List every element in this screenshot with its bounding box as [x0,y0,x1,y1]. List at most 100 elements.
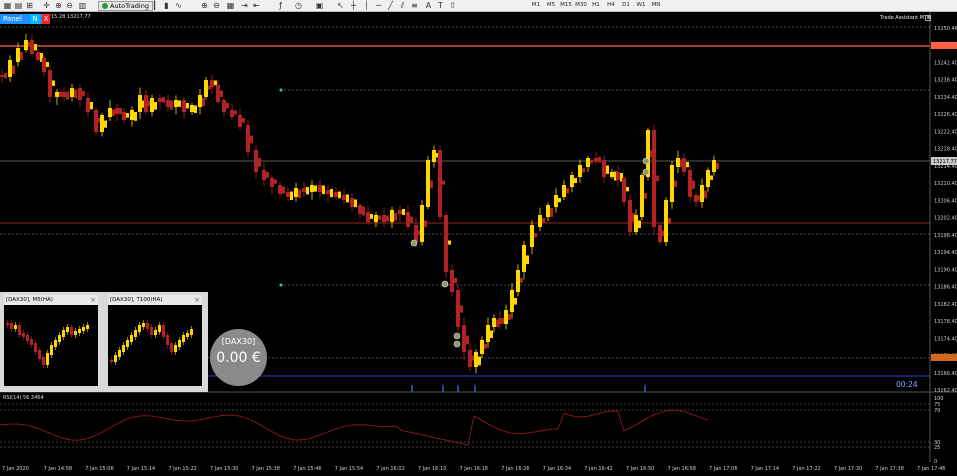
crosshair-icon[interactable]: ✛ [42,1,51,10]
mini-candle [182,332,185,345]
mini-candle [158,322,161,335]
text-icon[interactable]: A [424,1,433,10]
mini-candle [6,320,9,328]
mini-candle [54,337,57,350]
zoom-out-icon[interactable]: ⊖ [65,1,74,10]
candle [594,152,601,165]
mini-candle [10,320,13,332]
mini-chart-canvas [110,320,193,365]
candle [602,155,609,184]
zoom-in-icon[interactable]: ⊕ [54,1,63,10]
candle-chart-icon[interactable]: ▮ [162,1,171,10]
candle [198,89,205,115]
panel-n-button[interactable]: N [30,14,40,24]
tf-m15[interactable]: M15 [558,1,574,10]
candle [350,192,357,212]
price-axis-label: 13210.40 [934,181,957,187]
tf-h4[interactable]: H4 [603,1,619,10]
price-axis-label: 13178.40 [934,319,957,325]
crosshair2-icon[interactable]: ┼ [349,1,358,10]
autotrading-button[interactable]: AutoTrading [98,1,153,11]
trade-assistant-close-icon[interactable]: x [925,15,931,21]
new-order-icon[interactable]: ▦ [3,1,12,10]
candle [182,97,189,119]
mini-close-icon[interactable]: × [194,295,200,305]
arrows-icon[interactable]: ⇧ [448,1,457,10]
candle [302,182,309,197]
tf-mn[interactable]: MN [648,1,664,10]
price-chart[interactable]: 13250.4613246.9013242.4013238.4013234.40… [0,12,957,476]
channel-icon[interactable]: ⫽ [398,1,407,10]
label-icon[interactable]: T [436,1,445,10]
price-axis-label: 13166.40 [934,371,957,377]
tile-icon[interactable]: ▥ [78,1,87,10]
candle [210,74,217,94]
candle [0,70,7,83]
mini-candle [126,337,129,350]
vertical-line-icon[interactable]: │ [362,1,371,10]
candle [562,180,569,200]
periods-icon[interactable]: ◷ [294,1,303,10]
mini-candle [110,357,113,365]
candle [682,153,689,176]
chart-shift-icon[interactable]: ⇤ [252,1,261,10]
mini-chart-t100[interactable]: [DAX30], T100(HA) × [106,293,204,388]
candle [554,188,561,213]
candle [640,172,647,221]
tf-d1[interactable]: D1 [618,1,634,10]
mini-close-icon[interactable]: × [90,295,96,305]
mini-candle [178,337,181,350]
candle [358,202,365,219]
mini-chart-title: [DAX30], T100(HA) [108,295,202,305]
tf-m1[interactable]: M1 [528,1,544,10]
candle [456,283,463,332]
price-axis-label: 13234.40 [934,95,957,101]
templates-icon[interactable]: ▣ [315,1,324,10]
trade-markers [279,88,650,348]
candle [8,55,15,83]
tf-m5[interactable]: M5 [543,1,559,10]
indicators-icon[interactable]: ƒ [276,1,285,10]
candle [694,192,701,207]
time-axis-label: 7 Jan 15:06 [85,466,113,472]
candle [278,181,285,198]
candle [570,171,577,193]
bar-chart-icon[interactable]: ┃ [150,1,159,10]
tf-h1[interactable]: H1 [588,1,604,10]
market-watch-icon[interactable]: ▤ [14,1,23,10]
candle [664,197,671,246]
tf-w1[interactable]: W1 [633,1,649,10]
horizontal-line-icon[interactable]: ─ [374,1,383,10]
mini-chart-m5[interactable]: [DAX30], M5(HA) × [2,293,100,388]
time-axis-label: 7 Jan 16:50 [626,466,654,472]
mini-candle [18,322,21,338]
zoom-in2-icon[interactable]: ⊕ [200,1,209,10]
mini-candle [34,340,37,355]
mini-candle [14,322,17,332]
mini-candle [26,332,29,344]
trade-assistant-label: Trade Assistant MT4 [880,15,931,21]
candle [688,164,695,202]
line-chart-icon[interactable]: ∿ [174,1,183,10]
candle [204,76,211,100]
candle [444,212,451,279]
trendline-icon[interactable]: ╱ [386,1,395,10]
tf-m30[interactable]: M30 [573,1,589,10]
price-axis-label: 13162.40 [934,388,957,394]
cursor-icon[interactable]: ↖ [336,1,345,10]
candle [492,314,499,333]
mini-candle [74,328,77,338]
candle [480,336,487,359]
mini-candle [86,322,89,332]
zoom-out2-icon[interactable]: ⊖ [212,1,221,10]
candle [30,33,37,57]
panel-button[interactable]: Panel N X [0,14,50,24]
panel-close-button[interactable]: X [42,14,50,24]
grid-icon[interactable]: ▦ [226,1,235,10]
candle [538,207,545,232]
navigator-icon[interactable]: ⊞ [25,1,34,10]
candle [246,120,253,157]
fibo-icon[interactable]: ≡ [410,1,419,10]
time-axis-label: 7 Jan 15:14 [127,466,155,472]
autoscroll-icon[interactable]: ⇥ [240,1,249,10]
